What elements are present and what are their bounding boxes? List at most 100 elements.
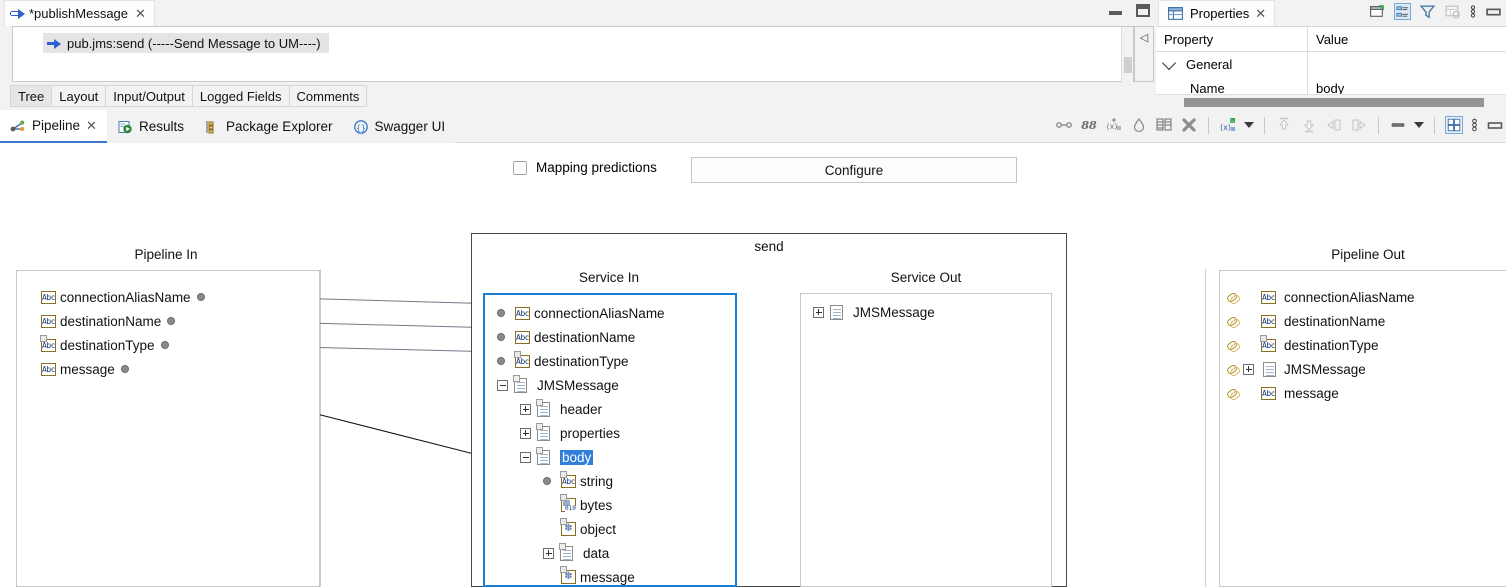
list-item[interactable]: bytes [491, 493, 741, 517]
new-properties-view-icon[interactable] [1369, 3, 1386, 20]
expand-expander-icon[interactable] [1243, 363, 1254, 375]
list-item[interactable]: body [491, 445, 741, 469]
list-item[interactable]: JMSMessage [1224, 357, 1506, 381]
list-item[interactable]: Abc destinationType [491, 349, 741, 373]
view-menu-icon[interactable] [1470, 116, 1479, 134]
add-variable-icon[interactable]: (x) [1219, 116, 1237, 134]
scope-icon[interactable] [1389, 116, 1407, 134]
configure-button[interactable]: Configure [691, 157, 1017, 183]
properties-horizontal-scrollbar[interactable] [1156, 94, 1506, 110]
list-item[interactable]: JMSMessage [491, 373, 741, 397]
expand-expander-icon[interactable] [813, 306, 824, 318]
mapping-predictions-checkbox[interactable] [513, 160, 527, 175]
list-item[interactable]: header [491, 397, 741, 421]
string-icon: Abc [514, 350, 530, 368]
tab-label: Input/Output [113, 88, 185, 104]
connector-dot[interactable] [120, 365, 129, 373]
tab-layout[interactable]: Layout [51, 85, 106, 107]
minimize-icon[interactable] [1485, 3, 1502, 20]
service-in-title: Service In [578, 270, 640, 285]
restore-layout-icon[interactable] [1445, 116, 1463, 134]
tab-properties[interactable]: Properties ✕ [1158, 0, 1276, 26]
document-icon [536, 398, 550, 417]
filter-icon[interactable] [1419, 3, 1436, 20]
list-item[interactable]: ✽ object [491, 517, 741, 541]
map-grid-icon[interactable] [1155, 116, 1173, 134]
service-in-panel[interactable]: Abc connectionAliasName Abc destinationN… [483, 293, 737, 587]
expand-expander-icon[interactable] [520, 427, 531, 439]
pipeline-tab-bar: Pipeline ✕ Results Package Explorer {} S… [0, 110, 1506, 143]
set-value-icon[interactable]: (x) [1105, 116, 1123, 134]
svg-text:88: 88 [1081, 119, 1097, 132]
service-out-panel[interactable]: JMSMessage [800, 293, 1052, 587]
tab-logged-fields[interactable]: Logged Fields [191, 85, 289, 107]
column-header-value: Value [1316, 31, 1349, 47]
add-variable-dropdown-caret[interactable] [1244, 122, 1254, 128]
show-categories-icon[interactable] [1394, 3, 1411, 20]
connector-dot[interactable] [497, 309, 505, 317]
list-item[interactable]: Abc connectionAliasName [27, 285, 329, 309]
tab-tree[interactable]: Tree [10, 85, 52, 107]
link-icon[interactable] [1055, 116, 1073, 134]
scope-dropdown-caret[interactable] [1414, 122, 1424, 128]
view-menu-icon[interactable] [1469, 3, 1477, 20]
delete-icon[interactable] [1180, 116, 1198, 134]
list-item[interactable]: JMSMessage [809, 300, 1059, 324]
editor-vertical-scrollbar[interactable] [1121, 27, 1133, 83]
tab-label: Comments [296, 88, 360, 104]
field-label: destinationType [534, 353, 629, 369]
list-item[interactable]: Abc connectionAliasName [1224, 285, 1506, 309]
copy-twin-icon[interactable]: 88 [1080, 116, 1098, 134]
editor-tab-publishmessage[interactable]: *publishMessage ✕ [4, 0, 155, 26]
minimize-icon[interactable] [1109, 6, 1122, 15]
mapping-canvas[interactable]: Mapping predictions Configure Pipeline I… [0, 143, 1506, 587]
connector-dot[interactable] [160, 341, 169, 349]
pipeline-out-panel[interactable]: Abc connectionAliasName Abc destinationN… [1219, 270, 1506, 587]
table-row[interactable]: Name body [1156, 76, 1506, 94]
tab-label: Results [138, 119, 184, 134]
tab-input-output[interactable]: Input/Output [105, 85, 192, 107]
mapping-predictions-control[interactable]: Mapping predictions [513, 160, 657, 175]
pipeline-in-panel[interactable]: Abc connectionAliasName Abc destinationN… [16, 270, 320, 587]
connector-dot[interactable] [543, 477, 551, 485]
list-item[interactable]: Abc destinationName [491, 325, 741, 349]
tab-label: Package Explorer [225, 119, 333, 134]
list-item[interactable]: properties [491, 421, 741, 445]
tab-pipeline[interactable]: Pipeline ✕ [0, 110, 107, 143]
editor-collapse-button[interactable]: ◁ [1134, 26, 1154, 82]
list-item[interactable]: Abc destinationName [27, 309, 329, 333]
close-icon[interactable]: ✕ [1255, 7, 1266, 20]
connector-dot[interactable] [497, 357, 505, 365]
table-row[interactable]: General [1156, 52, 1506, 76]
chevron-down-icon[interactable] [1161, 55, 1177, 70]
collapse-expander-icon[interactable] [497, 379, 508, 391]
flow-node-pub-jms-send[interactable]: pub.jms:send (-----Send Message to UM---… [43, 33, 329, 53]
drop-icon[interactable] [1130, 116, 1148, 134]
flow-editor-canvas[interactable]: pub.jms:send (-----Send Message to UM---… [12, 26, 1134, 83]
maximize-icon[interactable] [1136, 4, 1150, 17]
connector-dot[interactable] [196, 293, 205, 301]
list-item[interactable]: Abc string [491, 469, 741, 493]
field-label: destinationName [1284, 313, 1386, 329]
tab-swagger-ui[interactable]: {} Swagger UI [342, 110, 456, 143]
connector-dot[interactable] [497, 333, 505, 341]
list-item[interactable]: ✽ message [491, 565, 741, 587]
close-icon[interactable]: ✕ [86, 119, 97, 132]
tab-comments[interactable]: Comments [288, 85, 368, 107]
list-item[interactable]: Abc message [1224, 381, 1506, 405]
connector-dot[interactable] [167, 317, 176, 325]
list-item[interactable]: Abc connectionAliasName [491, 301, 741, 325]
expand-expander-icon[interactable] [543, 547, 554, 559]
field-label: body [560, 449, 594, 465]
collapse-expander-icon[interactable] [520, 451, 531, 463]
close-icon[interactable]: ✕ [135, 7, 146, 20]
expand-expander-icon[interactable] [520, 403, 531, 415]
tab-results[interactable]: Results [106, 110, 194, 143]
list-item[interactable]: Abc destinationType [27, 333, 329, 357]
tab-package-explorer[interactable]: Package Explorer [193, 110, 343, 143]
list-item[interactable]: Abc destinationType [1224, 333, 1506, 357]
minimize-icon[interactable] [1486, 116, 1504, 134]
list-item[interactable]: Abc message [27, 357, 329, 381]
list-item[interactable]: Abc destinationName [1224, 309, 1506, 333]
list-item[interactable]: data [491, 541, 741, 565]
